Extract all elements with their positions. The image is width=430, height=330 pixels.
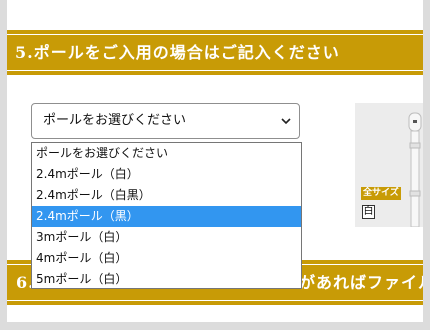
pole-option[interactable]: 3mポール（白） <box>32 227 301 248</box>
pole-option[interactable]: 2.4mポール（白） <box>32 164 301 185</box>
section-6-title-suffix: があればファイル <box>299 273 423 292</box>
size-badge: 全サイズ <box>361 187 401 200</box>
color-label: 白 <box>362 205 375 219</box>
pole-option-highlighted[interactable]: 2.4mポール（黒） <box>32 206 301 227</box>
pole-select-value: ポールをお選びください <box>43 113 187 128</box>
pole-select-dropdown: ポールをお選びください 2.4mポール（白） 2.4mポール（白黒） 2.4mポ… <box>31 142 302 289</box>
pole-option[interactable]: 5mポール（白） <box>32 269 301 290</box>
pole-option[interactable]: 4mポール（白） <box>32 248 301 269</box>
section-5-header: 5.ポールをご入用の場合はご記入ください <box>7 30 423 75</box>
section-5-title: 5.ポールをご入用の場合はご記入ください <box>15 43 340 62</box>
chevron-down-icon <box>281 118 291 125</box>
pole-option[interactable]: 2.4mポール（白黒） <box>32 185 301 206</box>
pole-option[interactable]: ポールをお選びください <box>32 143 301 164</box>
pole-select[interactable]: ポールをお選びください <box>31 103 300 139</box>
product-image: 全サイズ 白 <box>355 103 423 227</box>
form-page: 5.ポールをご入用の場合はご記入ください ポールをお選びください 全サイズ 白 … <box>7 0 423 322</box>
